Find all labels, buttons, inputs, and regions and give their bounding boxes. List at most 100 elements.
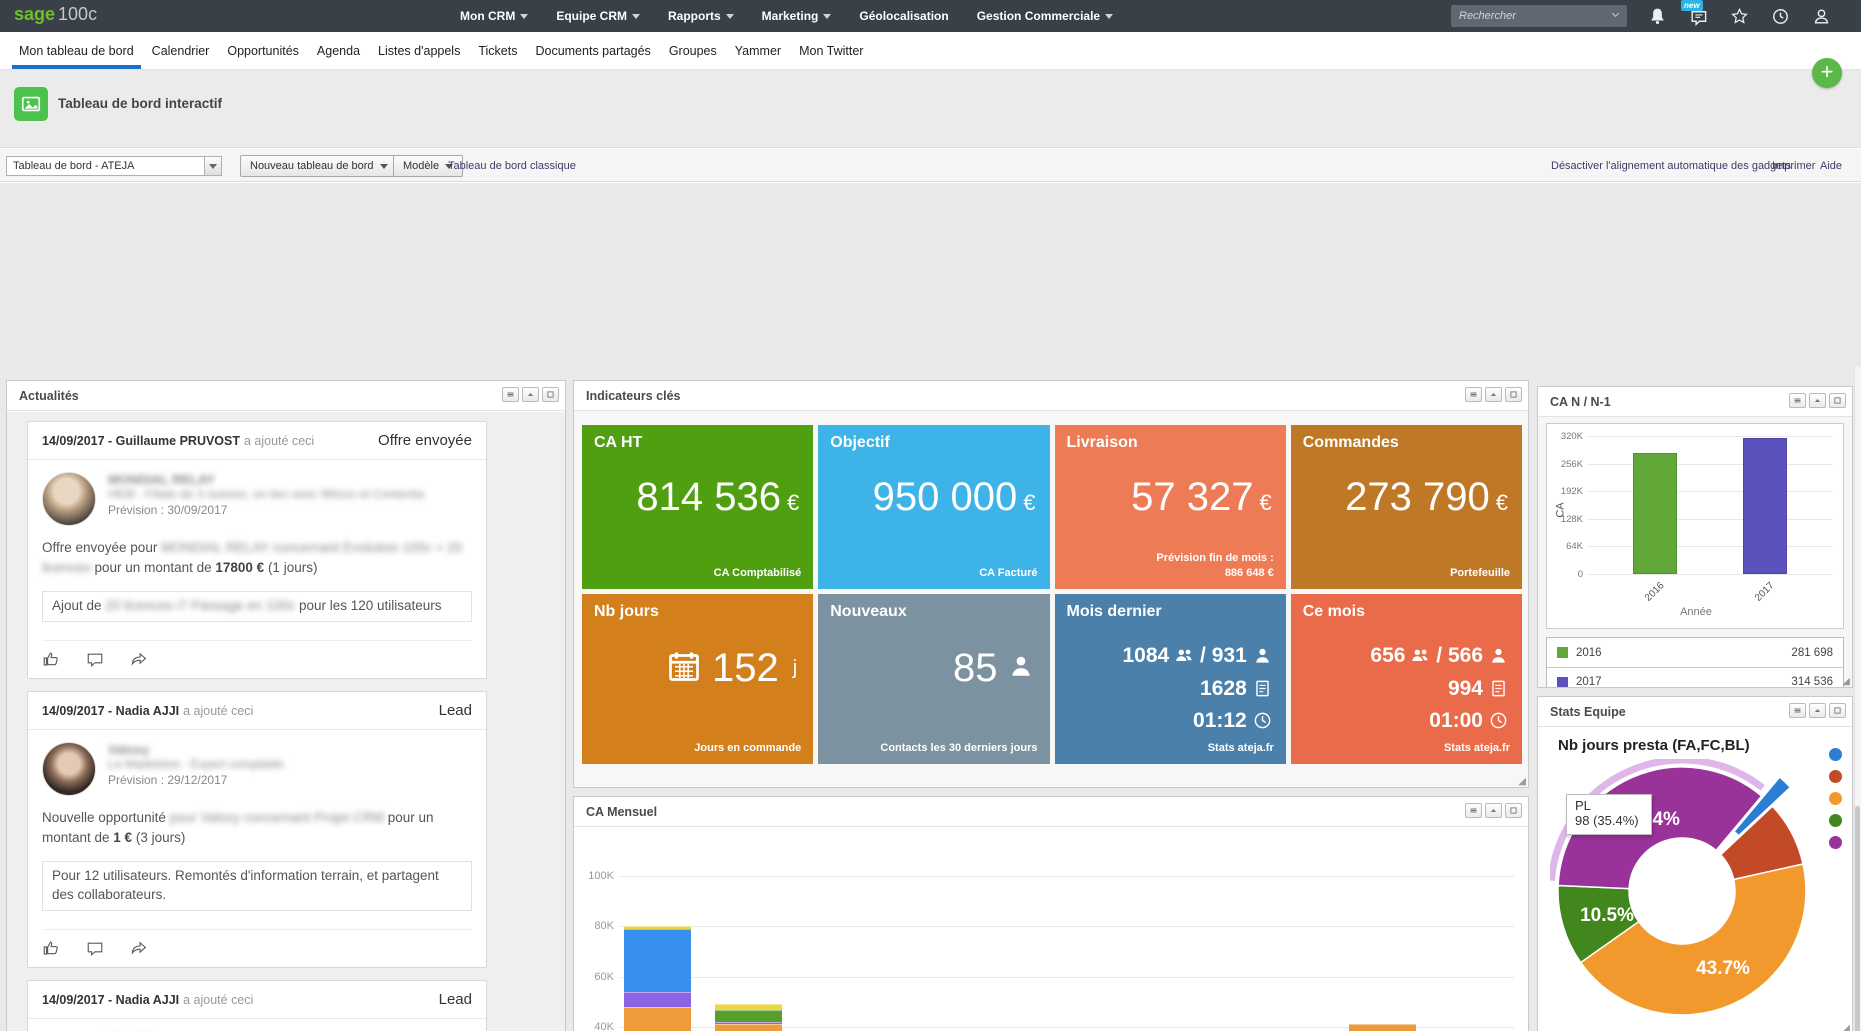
bar-segment[interactable] [1349,1024,1416,1031]
user-icon[interactable] [1812,7,1831,26]
feed-date-author: 14/09/2017 - Nadia AJJI [42,993,179,1007]
legend-dot[interactable] [1829,814,1842,827]
widget-menu-button[interactable] [1789,393,1806,408]
bar-segment[interactable] [715,1010,782,1021]
widget-resize-handle[interactable]: ◢ [1842,1023,1850,1031]
classic-dashboard-link[interactable]: Tableau de bord classique [448,160,576,172]
tab-agenda[interactable]: Agenda [308,32,369,69]
widget-menu-button[interactable] [502,387,519,402]
dashboard-page: sage100c Mon CRM Equipe CRM Rapports Market… [0,0,1861,1031]
legend-row[interactable]: 2017314 536 [1547,667,1843,688]
new-dashboard-button[interactable]: Nouveau tableau de bord [240,155,398,177]
tab-opportunit-s[interactable]: Opportunités [218,32,308,69]
legend-dot[interactable] [1829,748,1842,761]
menu-item-equipe-crm[interactable]: Equipe CRM [556,9,640,23]
tile-footer: CA Comptabilisé [714,566,802,581]
widget-collapse-button[interactable] [1809,393,1826,408]
bar-segment[interactable] [715,1004,782,1010]
widget-collapse-button[interactable] [1485,387,1502,402]
kpi-tile-commandes[interactable]: Commandes273 790€Portefeuille [1291,425,1522,589]
widget-maximize-button[interactable] [1829,703,1846,718]
bar-segment[interactable] [715,1024,782,1031]
widget-menu-button[interactable] [1465,387,1482,402]
menu-item-gestion-commerciale[interactable]: Gestion Commerciale [977,9,1113,23]
star-icon[interactable] [1730,7,1749,26]
sage-logo[interactable]: sage100c [14,4,97,25]
widget-maximize-button[interactable] [1505,803,1522,818]
comment-icon[interactable] [86,939,104,957]
tile-stats: 656 / 56699401:00 [1370,640,1508,738]
tab-yammer[interactable]: Yammer [726,32,790,69]
menu-item-g-olocalisation[interactable]: Géolocalisation [859,9,948,23]
feed-text-segment: pour les 120 utilisateurs [295,598,441,613]
kpi-tile-ca-ht[interactable]: CA HT814 536€CA Comptabilisé [582,425,813,589]
tab-mon-tableau-de-bord[interactable]: Mon tableau de bord [10,32,143,69]
legend-dot[interactable] [1829,792,1842,805]
chat-icon[interactable]: new [1689,7,1708,26]
tab-calendrier[interactable]: Calendrier [143,32,219,69]
chevron-down-icon [726,14,734,19]
bell-icon[interactable] [1648,7,1667,26]
share-icon[interactable] [130,939,148,957]
dashboard-select[interactable]: Tableau de bord - ATEJA [6,156,222,176]
feed-card-header: 14/09/2017 - Nadia AJJIa ajouté ceciLead [28,692,486,730]
legend-dot[interactable] [1829,836,1842,849]
stat-value: 01:00 [1429,709,1483,732]
search-input[interactable] [1451,10,1610,22]
kpi-tile-nouveaux[interactable]: Nouveaux85Contacts les 30 derniers jours [818,594,1049,764]
kpi-tile-ce-mois[interactable]: Ce mois656 / 56699401:00Stats ateja.fr [1291,594,1522,764]
bar-segment[interactable] [624,926,691,929]
model-label: Modèle [403,160,439,172]
help-link[interactable]: Aide [1820,160,1842,172]
disable-auto-align-link[interactable]: Désactiver l'alignement automatique des … [1551,160,1791,172]
chevron-down-icon[interactable] [1610,7,1621,25]
widget-collapse-button[interactable] [1485,803,1502,818]
legend-dot[interactable] [1829,770,1842,783]
kpi-tile-mois-dernier[interactable]: Mois dernier1084 / 931162801:12Stats ate… [1055,594,1286,764]
share-icon[interactable] [130,650,148,668]
tab-mon-twitter[interactable]: Mon Twitter [790,32,872,69]
chevron-down-icon[interactable] [204,157,221,175]
scrollbar-thumb[interactable] [1855,806,1860,1031]
comment-icon[interactable] [86,650,104,668]
bar-segment[interactable] [715,1022,782,1025]
widget-menu-button[interactable] [1789,703,1806,718]
search-box[interactable] [1451,5,1627,27]
widget-maximize-button[interactable] [542,387,559,402]
y-axis-tick: 100K [574,870,614,882]
legend-row[interactable]: 2016281 698 [1547,638,1843,667]
history-icon[interactable] [1771,7,1790,26]
widget-resize-handle[interactable]: ◢ [1518,776,1526,787]
like-icon[interactable] [42,650,60,668]
print-link[interactable]: Imprimer [1772,160,1815,172]
widget-collapse-button[interactable] [522,387,539,402]
widget-resize-handle[interactable]: ◢ [1842,676,1850,687]
widget-menu-button[interactable] [1465,803,1482,818]
page-scrollbar[interactable] [1854,366,1861,1031]
tab-tickets[interactable]: Tickets [469,32,526,69]
bar-segment[interactable] [624,992,691,1007]
sage-logo-text: sage [14,4,55,24]
tab-groupes[interactable]: Groupes [660,32,726,69]
year-bar-2016[interactable] [1633,453,1677,574]
chevron-down-icon [823,14,831,19]
widget-maximize-button[interactable] [1505,387,1522,402]
menu-item-marketing[interactable]: Marketing [762,9,832,23]
like-icon[interactable] [42,939,60,957]
widget-collapse-button[interactable] [1809,703,1826,718]
add-gadget-button[interactable]: + [1812,58,1842,88]
bar-segment[interactable] [624,929,691,992]
kpi-tile-nb-jours[interactable]: Nb jours152jJours en commande [582,594,813,764]
widget-maximize-button[interactable] [1829,393,1846,408]
menu-item-rapports[interactable]: Rapports [668,9,734,23]
tile-unit: € [787,490,799,515]
menu-item-mon-crm[interactable]: Mon CRM [460,9,528,23]
tile-title: Mois dernier [1067,603,1162,621]
tab-listes-d-appels[interactable]: Listes d'appels [369,32,469,69]
kpi-tile-objectif[interactable]: Objectif950 000€CA Facturé [818,425,1049,589]
kpi-tile-livraison[interactable]: Livraison57 327€Prévision fin de mois : … [1055,425,1286,589]
tab-documents-partag-s[interactable]: Documents partagés [526,32,659,69]
bar-segment[interactable] [624,1007,691,1031]
year-bar-2017[interactable] [1743,438,1787,574]
tile-footer: Prévision fin de mois : 886 648 € [1156,551,1273,581]
